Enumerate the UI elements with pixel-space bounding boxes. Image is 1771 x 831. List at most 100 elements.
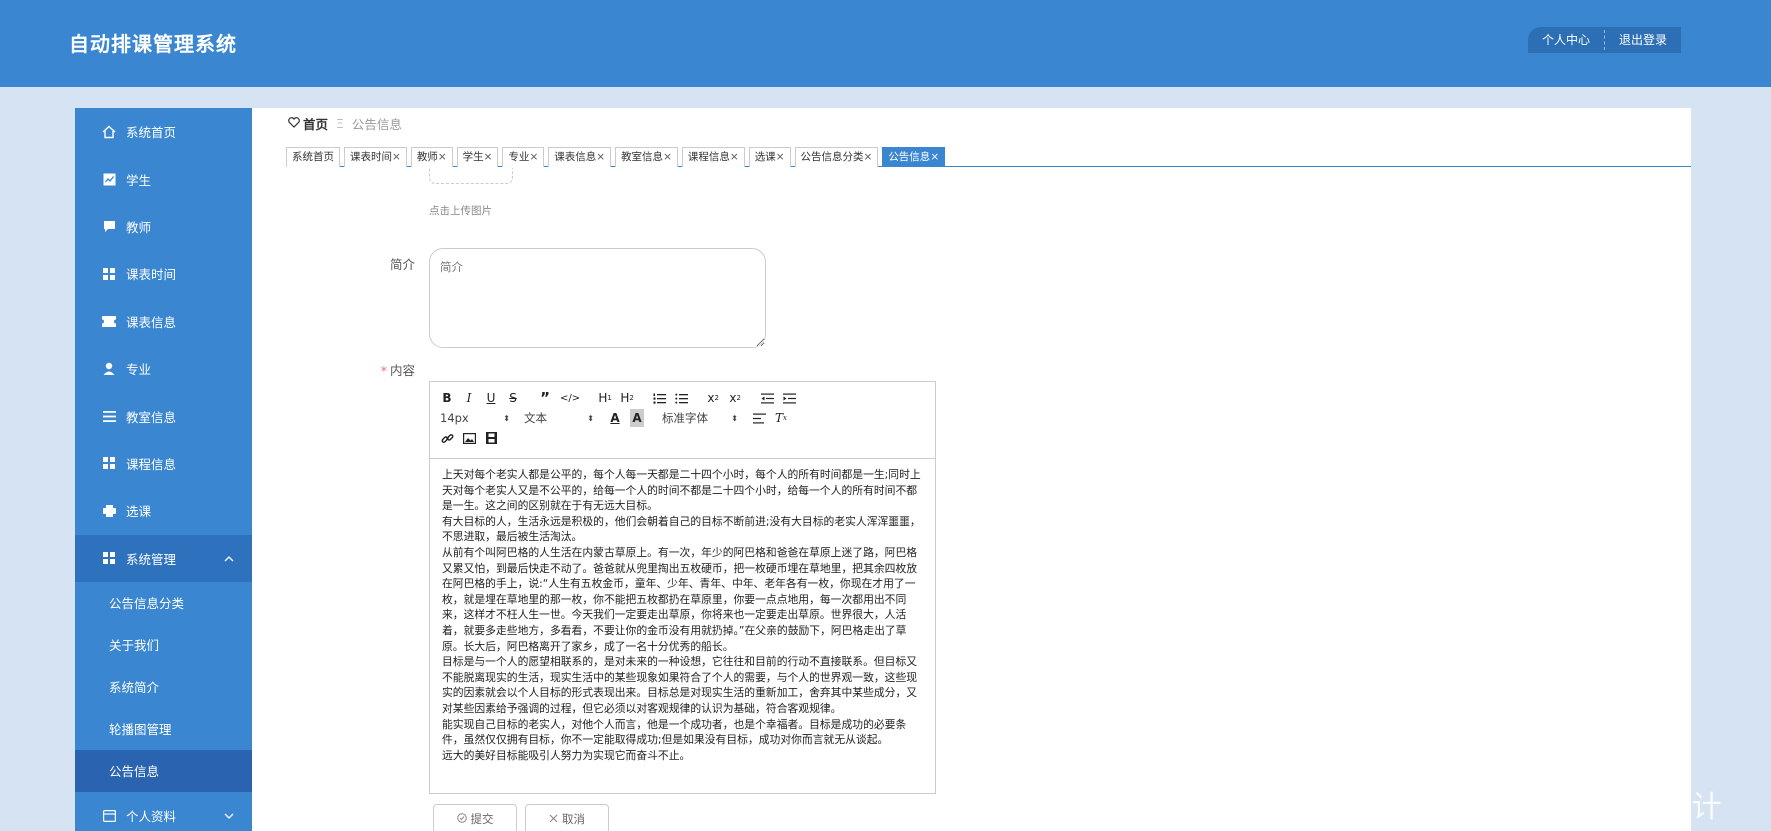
rich-text-editor: B I U S ” </> H1 H2 x 2 x 2 14px ⬍ 文本 ⬍ … bbox=[429, 381, 936, 794]
font-family-select[interactable]: 标准字体 ⬍ bbox=[662, 409, 738, 427]
tab-close-icon[interactable]: × bbox=[776, 151, 785, 163]
outdent-icon[interactable] bbox=[760, 389, 774, 407]
sidebar-group-system-management[interactable]: 系统管理 bbox=[75, 534, 252, 582]
indent-icon[interactable] bbox=[782, 389, 796, 407]
close-icon bbox=[549, 812, 558, 826]
tab-4[interactable]: 专业× bbox=[502, 147, 545, 167]
tab-close-icon[interactable]: × bbox=[930, 151, 939, 163]
sidebar-subitem-system-intro[interactable]: 系统简介 bbox=[75, 665, 252, 708]
profile-center-button[interactable]: 个人中心 bbox=[1528, 27, 1604, 53]
tab-label: 专业 bbox=[508, 151, 530, 163]
editor-content[interactable]: 上天对每个老实人都是公平的，每个人每一天都是二十四个小时，每个人的所有时间都是一… bbox=[430, 459, 935, 794]
print-icon bbox=[101, 503, 117, 519]
superscript-icon[interactable]: x2 bbox=[728, 389, 742, 407]
editor-paragraph: 能实现自己目标的老实人，对他个人而言，他是一个成功者，也是个幸福者。目标是成功的… bbox=[442, 717, 907, 747]
logout-button[interactable]: 退出登录 bbox=[1605, 27, 1681, 53]
ordered-list-icon[interactable] bbox=[652, 389, 666, 407]
intro-textarea[interactable] bbox=[429, 248, 766, 348]
tab-close-icon[interactable]: × bbox=[438, 151, 447, 163]
background-color-icon[interactable]: A bbox=[630, 409, 644, 427]
main-panel: 首页 Ξ 公告信息 系统首页 课表时间× 教师× 学生× 专业× 课表信息× 教室信息× 课程… bbox=[252, 108, 1691, 831]
tab-close-icon[interactable]: × bbox=[730, 151, 739, 163]
video-icon[interactable] bbox=[484, 429, 498, 447]
clear-format-icon[interactable]: Tx bbox=[774, 409, 788, 427]
tab-5[interactable]: 课表信息× bbox=[548, 147, 612, 167]
tab-label: 课表时间 bbox=[350, 151, 392, 163]
home-icon bbox=[101, 124, 117, 140]
sidebar-item-home[interactable]: 系统首页 bbox=[75, 108, 252, 155]
tab-close-icon[interactable]: × bbox=[663, 151, 672, 163]
chevron-up-icon bbox=[224, 552, 234, 565]
tab-label: 系统首页 bbox=[292, 151, 334, 163]
blockquote-icon[interactable]: ” bbox=[538, 389, 552, 407]
block-format-select[interactable]: 文本 ⬍ bbox=[524, 409, 594, 427]
sidebar-item-schedule-time[interactable]: 课表时间 bbox=[75, 250, 252, 297]
tab-3[interactable]: 学生× bbox=[456, 147, 499, 167]
chevron-down-icon bbox=[224, 809, 234, 822]
sidebar-item-schedule-info[interactable]: 课表信息 bbox=[75, 298, 252, 345]
tab-close-icon[interactable]: × bbox=[484, 151, 493, 163]
tab-2[interactable]: 教师× bbox=[410, 147, 453, 167]
sidebar-item-majors[interactable]: 专业 bbox=[75, 345, 252, 392]
bullet-list-icon[interactable] bbox=[674, 389, 688, 407]
sidebar-item-course-selection[interactable]: 选课 bbox=[75, 487, 252, 534]
sidebar-subitem-about-us[interactable]: 关于我们 bbox=[75, 623, 252, 666]
underline-icon[interactable]: U bbox=[484, 389, 498, 407]
sidebar-item-label: 教师 bbox=[126, 219, 152, 235]
sidebar-group-label: 个人资料 bbox=[126, 809, 177, 825]
tab-close-icon[interactable]: × bbox=[596, 151, 605, 163]
required-mark: * bbox=[380, 363, 387, 378]
form-actions: 提交 取消 bbox=[433, 804, 609, 831]
tab-bar: 系统首页 课表时间× 教师× 学生× 专业× 课表信息× 教室信息× 课程信息× 选课× 公告信息… bbox=[286, 147, 1691, 167]
sidebar-item-teachers[interactable]: 教师 bbox=[75, 203, 252, 250]
sidebar-item-students[interactable]: 学生 bbox=[75, 155, 252, 202]
sidebar-item-label: 系统首页 bbox=[126, 125, 177, 141]
tab-close-icon[interactable]: × bbox=[864, 151, 873, 163]
align-icon[interactable] bbox=[752, 409, 766, 427]
upload-tip: 点击上传图片 bbox=[429, 205, 492, 217]
breadcrumb-home-label: 首页 bbox=[303, 117, 329, 132]
heading1-icon[interactable]: H1 bbox=[598, 389, 612, 407]
sidebar-group-profile[interactable]: 个人资料 bbox=[75, 792, 252, 831]
tab-label: 公告信息 bbox=[888, 151, 931, 163]
image-upload-box[interactable] bbox=[429, 168, 513, 184]
submit-button[interactable]: 提交 bbox=[433, 804, 517, 831]
italic-icon[interactable]: I bbox=[462, 389, 476, 407]
tab-label: 公告信息分类 bbox=[800, 151, 864, 163]
font-color-icon[interactable]: A bbox=[608, 409, 622, 427]
subscript-icon[interactable]: x2 bbox=[706, 389, 720, 407]
top-header: 自动排课管理系统 个人中心 退出登录 bbox=[0, 0, 1771, 87]
bold-icon[interactable]: B bbox=[440, 389, 454, 407]
heading2-icon[interactable]: H2 bbox=[620, 389, 634, 407]
font-size-select[interactable]: 14px ⬍ bbox=[440, 409, 510, 427]
header-actions: 个人中心 退出登录 bbox=[1528, 27, 1682, 53]
code-icon[interactable]: </> bbox=[560, 389, 580, 407]
sidebar-item-classrooms[interactable]: 教室信息 bbox=[75, 392, 252, 439]
sidebar-item-label: 专业 bbox=[126, 362, 152, 378]
image-icon[interactable] bbox=[462, 429, 476, 447]
grid-icon bbox=[101, 550, 117, 566]
user-icon bbox=[101, 361, 117, 377]
cancel-button[interactable]: 取消 bbox=[525, 804, 609, 831]
tab-close-icon[interactable]: × bbox=[392, 151, 401, 163]
link-icon[interactable] bbox=[440, 429, 454, 447]
tab-6[interactable]: 教室信息× bbox=[615, 147, 678, 167]
breadcrumb-home[interactable]: 首页 bbox=[288, 114, 328, 133]
tab-0[interactable]: 系统首页 bbox=[286, 147, 340, 167]
tab-1[interactable]: 课表时间× bbox=[344, 147, 407, 167]
sidebar-subitem-carousel[interactable]: 轮播图管理 bbox=[75, 707, 252, 750]
tab-8[interactable]: 选课× bbox=[748, 147, 791, 167]
strikethrough-icon[interactable]: S bbox=[506, 389, 520, 407]
breadcrumb-separator: Ξ bbox=[336, 116, 344, 131]
tab-close-icon[interactable]: × bbox=[529, 151, 538, 163]
check-circle-icon bbox=[456, 812, 467, 826]
tab-9[interactable]: 公告信息分类× bbox=[794, 147, 879, 167]
tab-7[interactable]: 课程信息× bbox=[681, 147, 745, 167]
tab-10[interactable]: 公告信息× bbox=[882, 147, 946, 167]
sidebar-subitem-notice-category[interactable]: 公告信息分类 bbox=[75, 581, 252, 624]
sidebar-subitem-notice[interactable]: 公告信息 bbox=[75, 749, 252, 792]
list-icon bbox=[101, 408, 117, 424]
sidebar-item-label: 课表时间 bbox=[126, 267, 177, 283]
select-arrows-icon: ⬍ bbox=[503, 413, 510, 423]
sidebar-item-courses[interactable]: 课程信息 bbox=[75, 440, 252, 487]
